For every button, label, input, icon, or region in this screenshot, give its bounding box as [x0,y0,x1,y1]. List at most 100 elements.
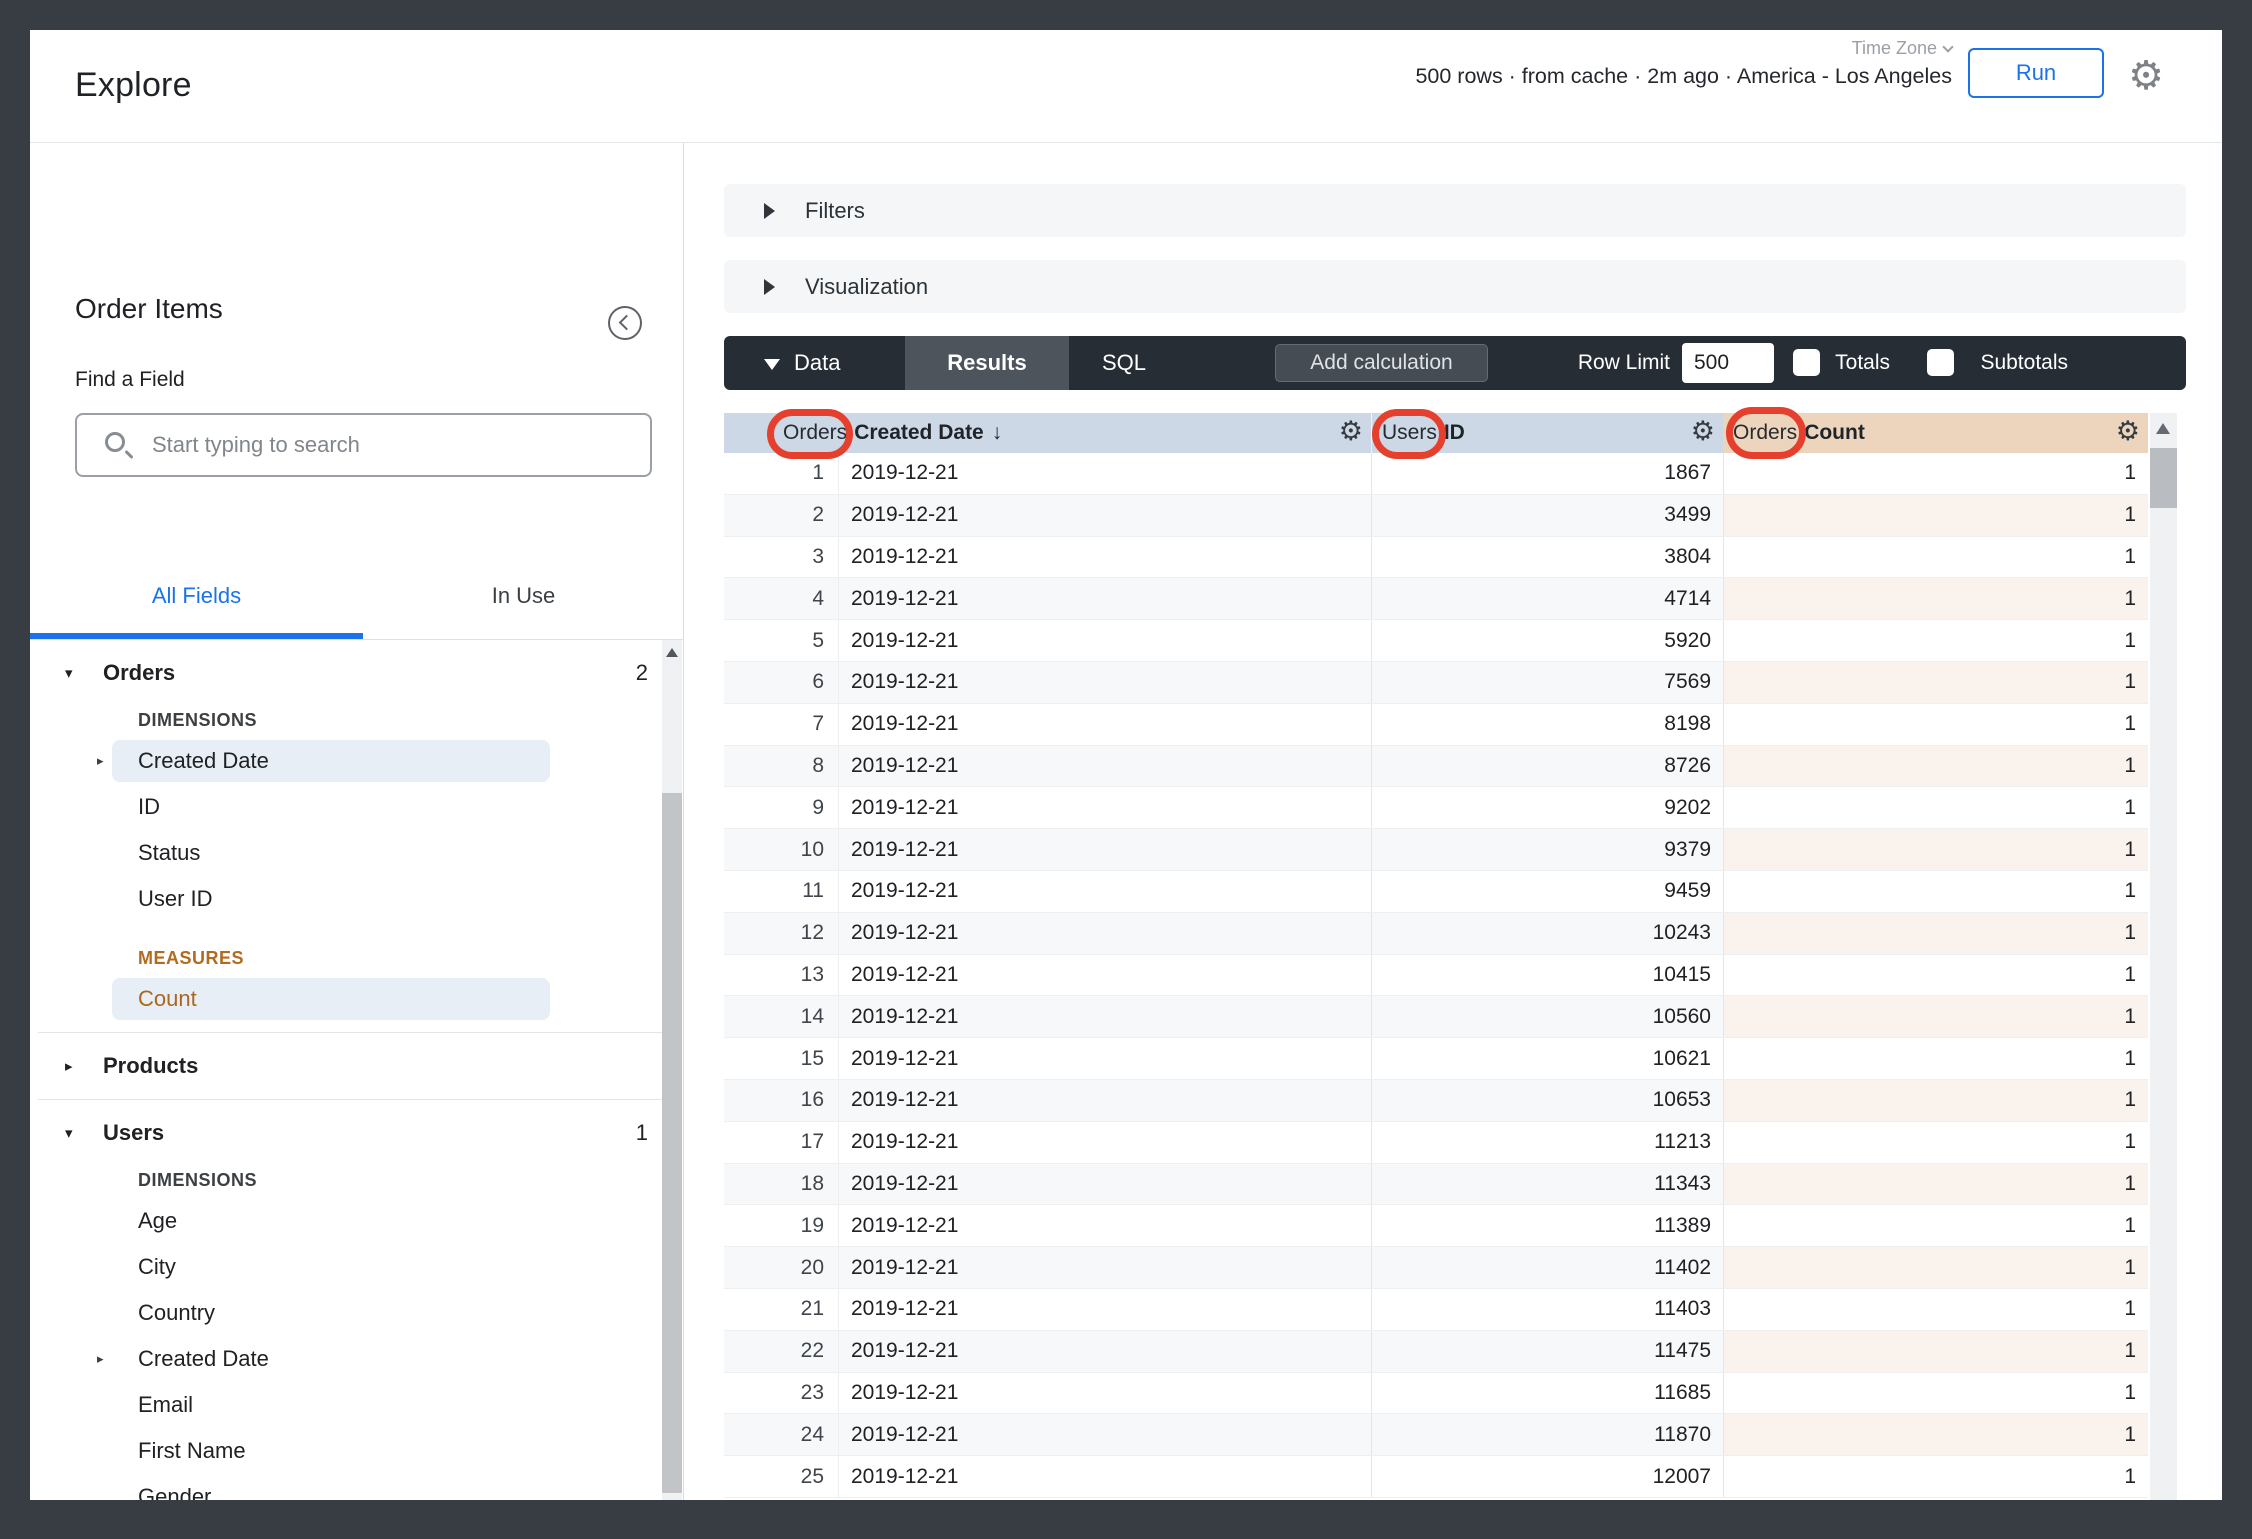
cell-user-id[interactable]: 11685 [1371,1372,1723,1414]
tab-results[interactable]: Results [905,336,1069,390]
cell-user-id[interactable]: 5920 [1371,620,1723,661]
field-item-first-name[interactable]: First Name [30,1428,684,1474]
field-item-created-date[interactable]: ▸ Created Date [30,738,684,784]
field-item-user-id[interactable]: User ID [30,876,684,922]
field-item-count[interactable]: Count [30,976,684,1022]
cell-created-date[interactable]: 2019-12-21 [838,912,1371,954]
cell-count[interactable]: 1 [1723,453,2148,494]
cell-user-id[interactable]: 11213 [1371,1121,1723,1163]
tab-sql[interactable]: SQL [1069,336,1179,390]
cell-user-id[interactable]: 11343 [1371,1163,1723,1205]
field-item-status[interactable]: Status [30,830,684,876]
cell-count[interactable]: 1 [1723,1414,2148,1456]
sidebar-scrollbar-thumb[interactable] [662,793,682,1493]
field-item-country[interactable]: Country [30,1290,684,1336]
table-scrollbar-thumb[interactable] [2150,448,2177,508]
cell-user-id[interactable]: 10415 [1371,954,1723,996]
cell-user-id[interactable]: 11389 [1371,1205,1723,1247]
cell-count[interactable]: 1 [1723,996,2148,1038]
cell-count[interactable]: 1 [1723,912,2148,954]
cell-created-date[interactable]: 2019-12-21 [838,1372,1371,1414]
cell-created-date[interactable]: 2019-12-21 [838,494,1371,536]
cell-count[interactable]: 1 [1723,1288,2148,1330]
caret-right-icon[interactable]: ▸ [65,1057,73,1075]
caret-down-icon[interactable]: ▾ [65,664,73,682]
cell-count[interactable]: 1 [1723,1456,2148,1497]
collapse-sidebar-icon[interactable] [608,306,642,340]
cell-user-id[interactable]: 8726 [1371,745,1723,787]
cell-created-date[interactable]: 2019-12-21 [838,703,1371,745]
cell-user-id[interactable]: 11402 [1371,1247,1723,1288]
column-header-users-id[interactable]: Users ID ⚙ [1371,413,1723,453]
cell-created-date[interactable]: 2019-12-21 [838,1414,1371,1456]
cell-created-date[interactable]: 2019-12-21 [838,1205,1371,1247]
cell-created-date[interactable]: 2019-12-21 [838,453,1371,494]
add-calculation-button[interactable]: Add calculation [1275,344,1488,382]
cell-count[interactable]: 1 [1723,1163,2148,1205]
column-header-orders-count[interactable]: Orders Count ⚙ [1723,413,2148,453]
timezone-selector[interactable]: Time Zone [1852,38,1954,59]
table-scrollbar[interactable] [2150,413,2177,1500]
cell-user-id[interactable]: 11475 [1371,1330,1723,1372]
sort-desc-icon[interactable]: ↓ [992,421,1003,445]
cell-user-id[interactable]: 12007 [1371,1456,1723,1497]
column-header-orders-created-date[interactable]: Orders Created Date ↓ ⚙ [724,413,1371,453]
cell-created-date[interactable]: 2019-12-21 [838,578,1371,620]
cell-created-date[interactable]: 2019-12-21 [838,536,1371,578]
caret-right-icon[interactable]: ▸ [97,1351,104,1367]
cell-user-id[interactable]: 10560 [1371,996,1723,1038]
cell-count[interactable]: 1 [1723,578,2148,620]
search-input[interactable] [152,419,632,471]
cell-user-id[interactable]: 7569 [1371,661,1723,703]
cell-created-date[interactable]: 2019-12-21 [838,1163,1371,1205]
cell-user-id[interactable]: 10621 [1371,1038,1723,1079]
cell-count[interactable]: 1 [1723,1121,2148,1163]
gear-icon[interactable]: ⚙ [1339,418,1363,445]
sidebar-group-products[interactable]: ▸ Products [30,1043,684,1089]
cell-created-date[interactable]: 2019-12-21 [838,829,1371,870]
field-item-city[interactable]: City [30,1244,684,1290]
cell-created-date[interactable]: 2019-12-21 [838,661,1371,703]
cell-count[interactable]: 1 [1723,1079,2148,1121]
cell-user-id[interactable]: 9202 [1371,787,1723,829]
cell-user-id[interactable]: 4714 [1371,578,1723,620]
gear-icon[interactable]: ⚙ [2128,56,2164,96]
cell-user-id[interactable]: 11870 [1371,1414,1723,1456]
cell-count[interactable]: 1 [1723,494,2148,536]
gear-icon[interactable]: ⚙ [1691,418,1715,445]
cell-user-id[interactable]: 3804 [1371,536,1723,578]
cell-count[interactable]: 1 [1723,1205,2148,1247]
field-item-email[interactable]: Email [30,1382,684,1428]
field-item-created-date[interactable]: ▸ Created Date [30,1336,684,1382]
run-button[interactable]: Run [1968,48,2104,98]
cell-created-date[interactable]: 2019-12-21 [838,996,1371,1038]
cell-created-date[interactable]: 2019-12-21 [838,1288,1371,1330]
cell-count[interactable]: 1 [1723,1372,2148,1414]
cell-created-date[interactable]: 2019-12-21 [838,1079,1371,1121]
tab-in-use[interactable]: In Use [363,553,684,639]
cell-count[interactable]: 1 [1723,870,2148,912]
cell-user-id[interactable]: 11403 [1371,1288,1723,1330]
chevron-down-icon[interactable] [764,359,780,370]
scroll-up-icon[interactable] [2156,423,2170,434]
cell-created-date[interactable]: 2019-12-21 [838,1247,1371,1288]
cell-created-date[interactable]: 2019-12-21 [838,1330,1371,1372]
scroll-up-icon[interactable] [666,648,678,657]
field-item-id[interactable]: ID [30,784,684,830]
tab-all-fields[interactable]: All Fields [30,553,363,639]
cell-user-id[interactable]: 10243 [1371,912,1723,954]
subtotals-checkbox[interactable] [1927,349,1954,376]
filters-panel-header[interactable]: Filters [724,184,2186,237]
cell-created-date[interactable]: 2019-12-21 [838,954,1371,996]
caret-right-icon[interactable]: ▸ [97,753,104,769]
cell-user-id[interactable]: 9459 [1371,870,1723,912]
sidebar-group-users[interactable]: ▾ Users 1 [30,1110,684,1156]
cell-count[interactable]: 1 [1723,1330,2148,1372]
cell-user-id[interactable]: 10653 [1371,1079,1723,1121]
sidebar-group-orders[interactable]: ▾ Orders 2 [30,650,684,696]
cell-created-date[interactable]: 2019-12-21 [838,870,1371,912]
cell-count[interactable]: 1 [1723,536,2148,578]
cell-count[interactable]: 1 [1723,745,2148,787]
cell-count[interactable]: 1 [1723,703,2148,745]
cell-count[interactable]: 1 [1723,661,2148,703]
